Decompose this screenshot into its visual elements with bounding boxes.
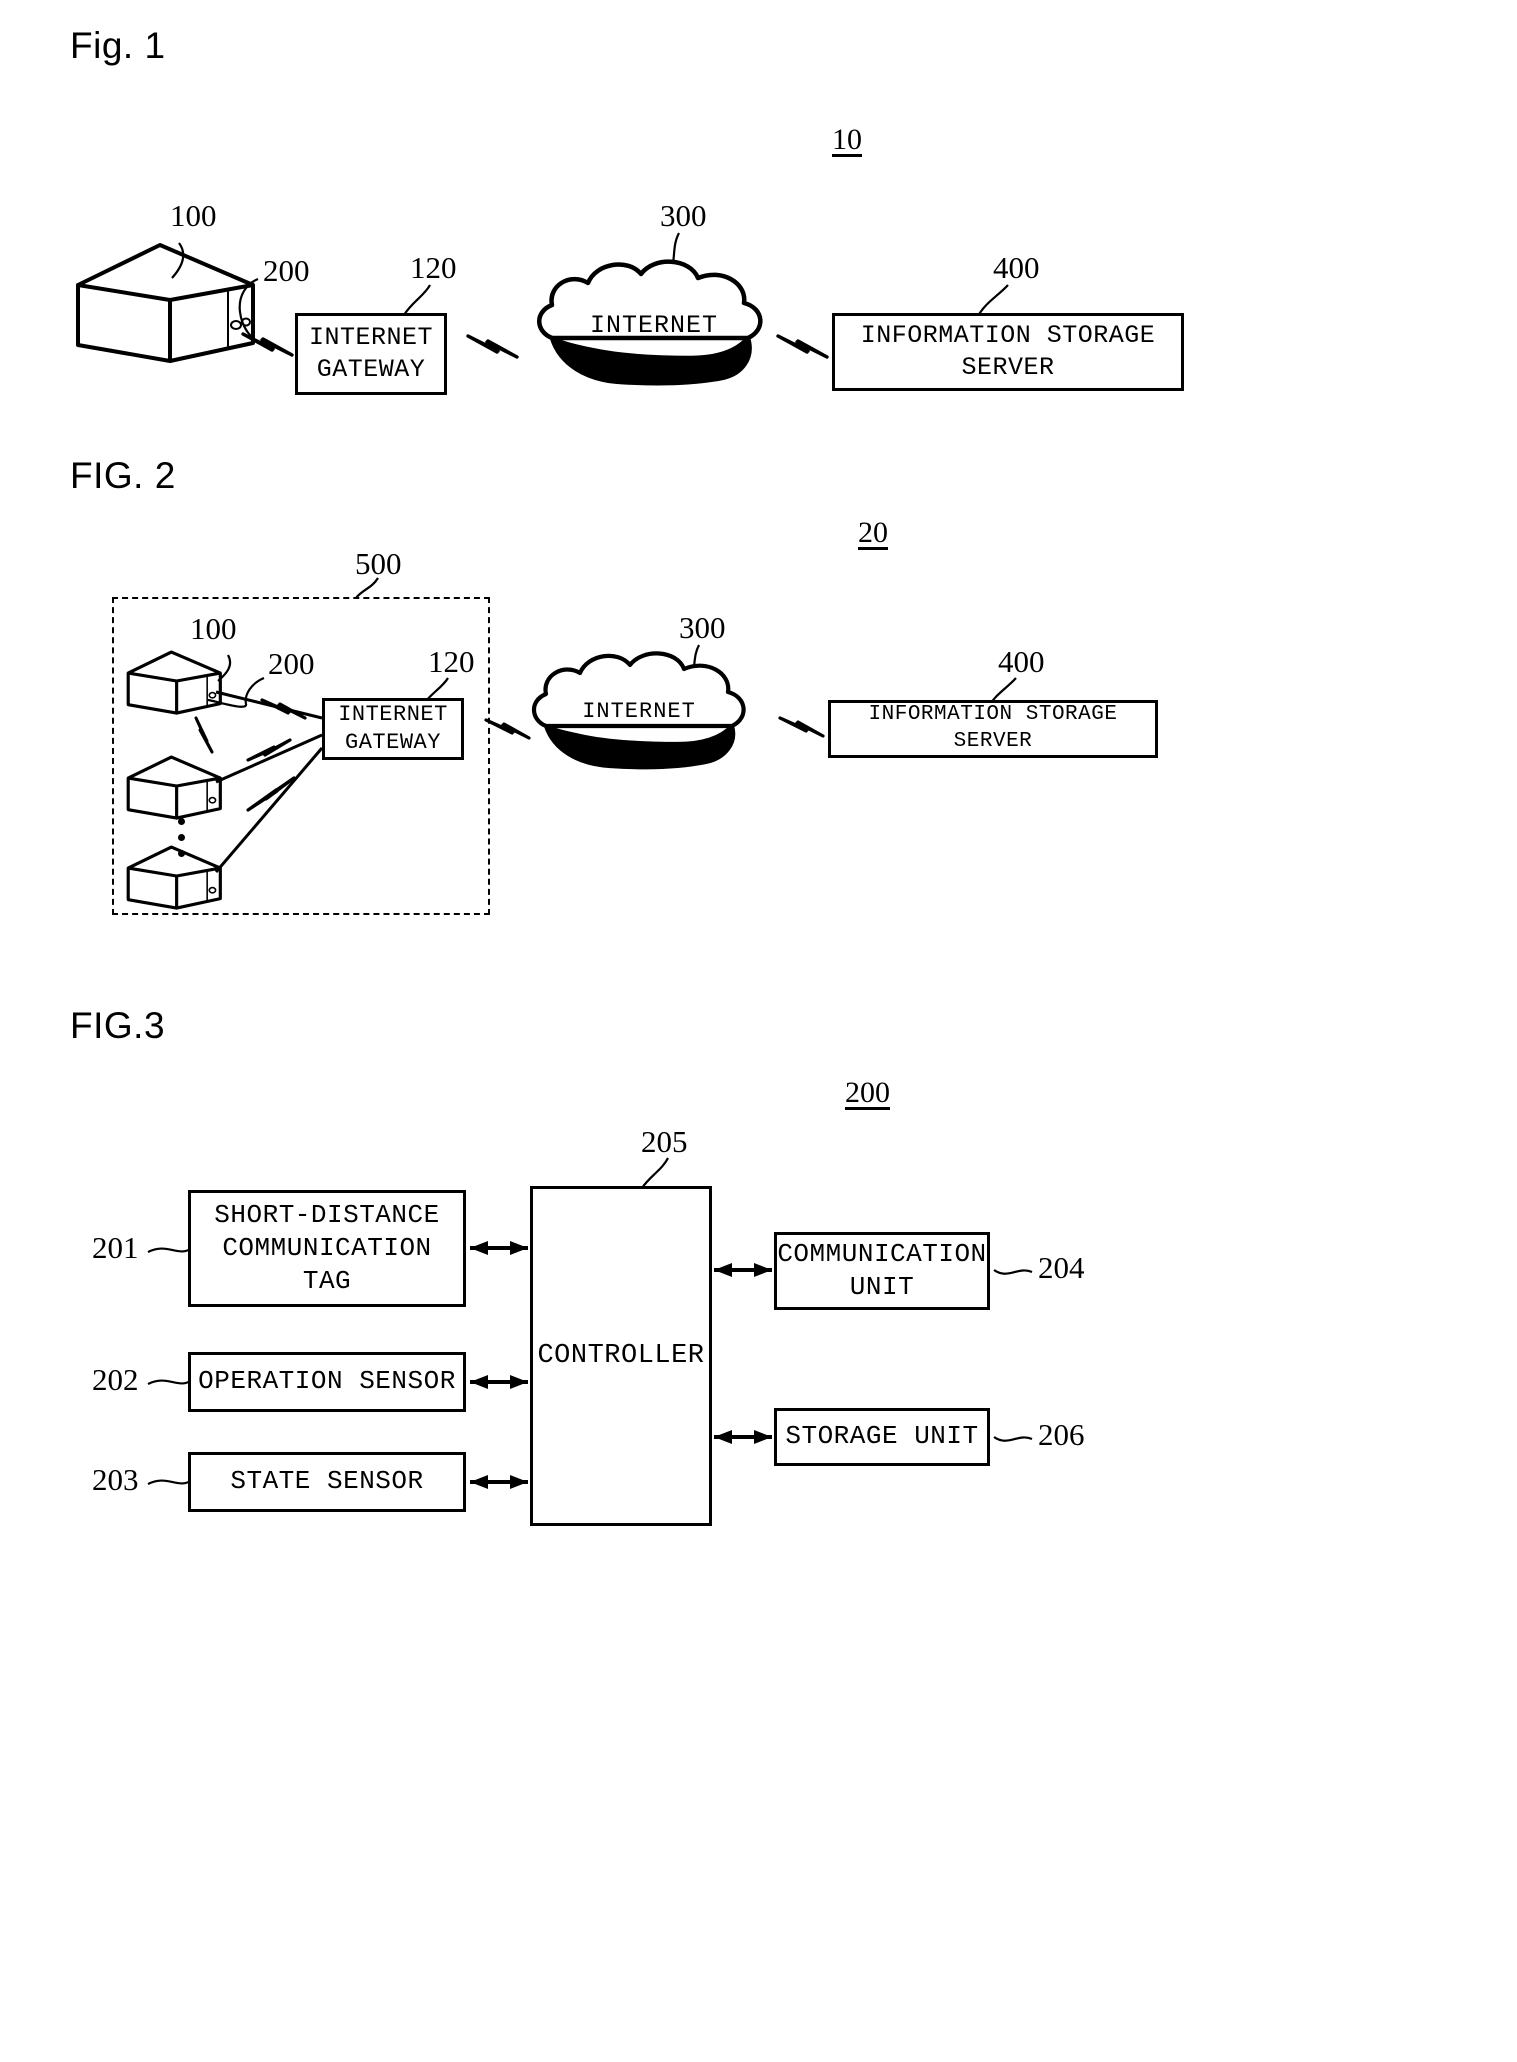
fig3-storage-unit-ref: 206	[1038, 1417, 1085, 1452]
fig1-server-ref: 400	[993, 250, 1040, 285]
figure-1-system-ref: 10	[832, 123, 862, 156]
figure-3-label: FIG.3	[70, 1005, 166, 1046]
fig3-operation-sensor-ref: 202	[92, 1362, 139, 1397]
figure-1-label: Fig. 1	[70, 25, 166, 66]
patent-drawing-sheet: Fig. 1 10 100 200 120 300 400 INTERNET I…	[0, 0, 1517, 2062]
fig3-controller-block: CONTROLLER	[530, 1186, 716, 1530]
fig1-device-ref: 100	[170, 198, 217, 233]
fig2-device-illustration-3	[126, 845, 222, 910]
fig1-tag-ref: 200	[263, 253, 310, 288]
fig1-gateway-ref: 120	[410, 250, 457, 285]
fig2-server-ref: 400	[998, 644, 1045, 679]
figure-3-system-ref: 200	[845, 1076, 890, 1109]
fig1-internet-gateway-box: INTERNET GATEWAY	[295, 313, 451, 399]
fig3-communication-unit-block: COMMUNICATION UNIT	[774, 1232, 994, 1314]
fig3-operation-sensor-label: OPERATION SENSOR	[198, 1366, 456, 1397]
fig2-device-illustration-1	[126, 650, 222, 715]
fig1-internet-cloud: INTERNET	[534, 258, 774, 388]
figure-2-label: FIG. 2	[70, 455, 176, 496]
fig3-tag-label: SHORT-DISTANCE COMMUNICATION TAG	[214, 1199, 440, 1297]
fig3-controller-label: CONTROLLER	[537, 1340, 705, 1371]
fig3-tag-ref: 201	[92, 1230, 139, 1265]
fig1-gateway-label: INTERNET GATEWAY	[308, 323, 434, 384]
fig1-information-storage-server-box: INFORMATION STORAGE SERVER	[832, 313, 1188, 395]
fig2-cloud-label: INTERNET	[582, 698, 696, 724]
fig2-device-ellipsis	[178, 818, 185, 857]
fig1-device-illustration	[76, 243, 255, 363]
fig3-state-sensor-ref: 203	[92, 1462, 139, 1497]
figure-2-system-ref: 20	[858, 516, 888, 549]
fig3-communication-unit-label: COMMUNICATION UNIT	[777, 1238, 987, 1302]
fig3-storage-unit-block: STORAGE UNIT	[774, 1408, 994, 1470]
fig2-server-label: INFORMATION STORAGE SERVER	[868, 703, 1118, 753]
fig2-device-ref: 100	[190, 611, 237, 646]
fig3-operation-sensor-block: OPERATION SENSOR	[188, 1352, 470, 1416]
fig2-tag-ref: 200	[268, 646, 315, 681]
fig2-cloud-ref: 300	[679, 610, 726, 645]
fig1-cloud-label: INTERNET	[589, 310, 719, 340]
fig3-state-sensor-label: STATE SENSOR	[230, 1466, 424, 1497]
fig2-gateway-label: INTERNET GATEWAY	[338, 701, 448, 755]
fig2-information-storage-server-box: INFORMATION STORAGE SERVER	[828, 700, 1162, 762]
fig2-gateway-ref: 120	[428, 644, 475, 679]
fig2-internet-cloud: INTERNET	[528, 648, 750, 770]
fig3-controller-ref: 205	[641, 1124, 688, 1159]
fig1-cloud-ref: 300	[660, 198, 707, 233]
fig3-short-distance-communication-tag-block: SHORT-DISTANCE COMMUNICATION TAG	[188, 1190, 470, 1311]
fig3-state-sensor-block: STATE SENSOR	[188, 1452, 470, 1516]
fig3-storage-unit-label: STORAGE UNIT	[785, 1421, 979, 1452]
fig2-device-illustration-2	[126, 755, 222, 820]
fig3-communication-unit-ref: 204	[1038, 1250, 1085, 1285]
fig2-internet-gateway-box: INTERNET GATEWAY	[322, 698, 468, 764]
fig1-server-label: INFORMATION STORAGE SERVER	[860, 321, 1156, 382]
fig2-group-ref: 500	[355, 546, 402, 581]
